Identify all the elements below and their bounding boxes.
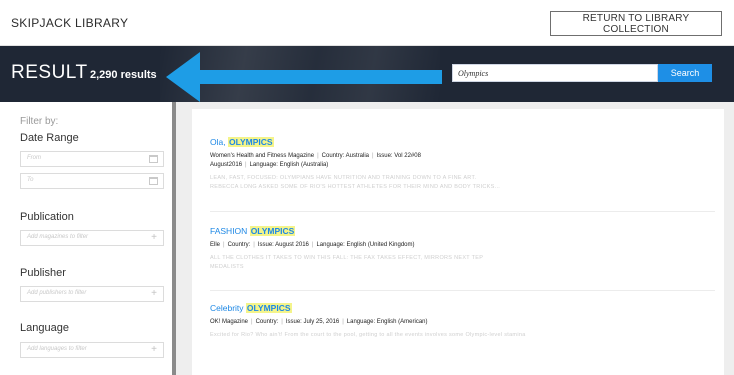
result-title-text: Celebrity [210,303,246,313]
search-highlight: OLYMPICS [227,137,274,147]
result-description: Excited for Rio? Who ain't! From the cou… [210,331,710,340]
result-meta: Women's Health and Fitness Magazine | Coun… [210,153,421,168]
result-description-line: Excited for Rio? Who ain't! From the cou… [210,332,526,338]
publisher-title: Publisher [20,267,66,279]
search-highlight: OLYMPICS [245,303,292,313]
search-highlight: OLYMPICS [249,226,296,236]
publisher-placeholder: Add publishers to filter [27,290,87,296]
publication-placeholder: Add magazines to filter [27,234,89,240]
result-issue: Issue: Vol 22#08 [376,153,421,159]
language-placeholder: Add languages to filter [27,346,87,352]
brand-logo[interactable]: SKIPJACK LIBRARY [11,16,128,30]
calendar-icon[interactable] [149,177,158,185]
results-area: Ola, OLYMPICS Women's Health and Fitness… [176,102,734,375]
result-language: Language: English (American) [346,319,428,325]
result-meta: Elle | Country: | Issue: August 2016 | Languag… [210,242,415,248]
result-title-link[interactable]: Celebrity OLYMPICS [210,303,710,314]
results-panel: Ola, OLYMPICS Women's Health and Fitness… [192,109,724,375]
search-input[interactable] [452,64,658,82]
add-icon[interactable]: + [151,288,157,299]
result-heading: RESULT [11,62,88,83]
result-issue-date: August2016 [210,162,243,168]
date-range-title: Date Range [20,132,79,144]
top-header: SKIPJACK LIBRARY RETURN TO LIBRARY COLLE… [0,0,734,46]
result-language: Language: English (Australia) [249,162,329,168]
result-magazine: OK! Magazine [210,319,249,325]
result-description: LEAN, FAST, FOCUSED: OLYMPIANS HAVE NUTR… [210,174,710,192]
result-issue: Issue: August 2016 [257,242,309,248]
result-magazine: Elle [210,242,221,248]
result-title-text: Ola, [210,137,228,147]
date-to-placeholder: To [27,177,34,183]
annotation-arrow-icon [166,52,442,102]
return-to-library-button[interactable]: RETURN TO LIBRARY COLLECTION [550,11,722,36]
result-magazine: Women's Health and Fitness Magazine [210,153,315,159]
result-description-line: REBECCA LONG ASKED SOME OF RIO'S HOTTEST… [210,184,501,190]
result-meta: OK! Magazine | Country: | Issue: July 25, 20… [210,319,428,325]
filter-by-label: Filter by: [20,116,59,127]
result-country: Country: Australia [321,153,370,159]
date-from-placeholder: From [27,155,41,161]
result-divider [210,211,715,212]
calendar-icon[interactable] [149,155,158,163]
language-field[interactable]: Add languages to filter + [20,342,164,358]
date-from-field[interactable]: From [20,151,164,167]
result-item: FASHION OLYMPICS Elle | Country: | Issue: Au… [210,226,710,272]
result-country: Country: [227,242,251,248]
result-issue: Issue: July 25, 2016 [285,319,340,325]
result-title-text: FASHION [210,226,250,236]
filter-sidebar: Filter by: Date Range From To Publicatio… [0,102,172,375]
search-button[interactable]: Search [658,64,712,82]
result-count: 2,290 results [90,69,157,81]
publication-field[interactable]: Add magazines to filter + [20,230,164,246]
add-icon[interactable]: + [151,232,157,243]
result-description-line: ALL THE CLOTHES IT TAKES TO WIN THIS FAL… [210,255,484,261]
result-language: Language: English (United Kingdom) [316,242,415,248]
result-title-link[interactable]: FASHION OLYMPICS [210,226,710,237]
result-description-line: MEDALISTS [210,264,244,270]
result-country: Country: [255,319,279,325]
publication-title: Publication [20,211,74,223]
result-description-line: LEAN, FAST, FOCUSED: OLYMPIANS HAVE NUTR… [210,175,477,181]
result-item: Ola, OLYMPICS Women's Health and Fitness… [210,137,710,192]
result-divider [210,290,715,291]
date-to-field[interactable]: To [20,173,164,189]
result-description: ALL THE CLOTHES IT TAKES TO WIN THIS FAL… [210,254,710,272]
result-title-link[interactable]: Ola, OLYMPICS [210,137,710,148]
result-item: Celebrity OLYMPICS OK! Magazine | Country:… [210,303,710,340]
language-title: Language [20,322,69,334]
add-icon[interactable]: + [151,344,157,355]
publisher-field[interactable]: Add publishers to filter + [20,286,164,302]
